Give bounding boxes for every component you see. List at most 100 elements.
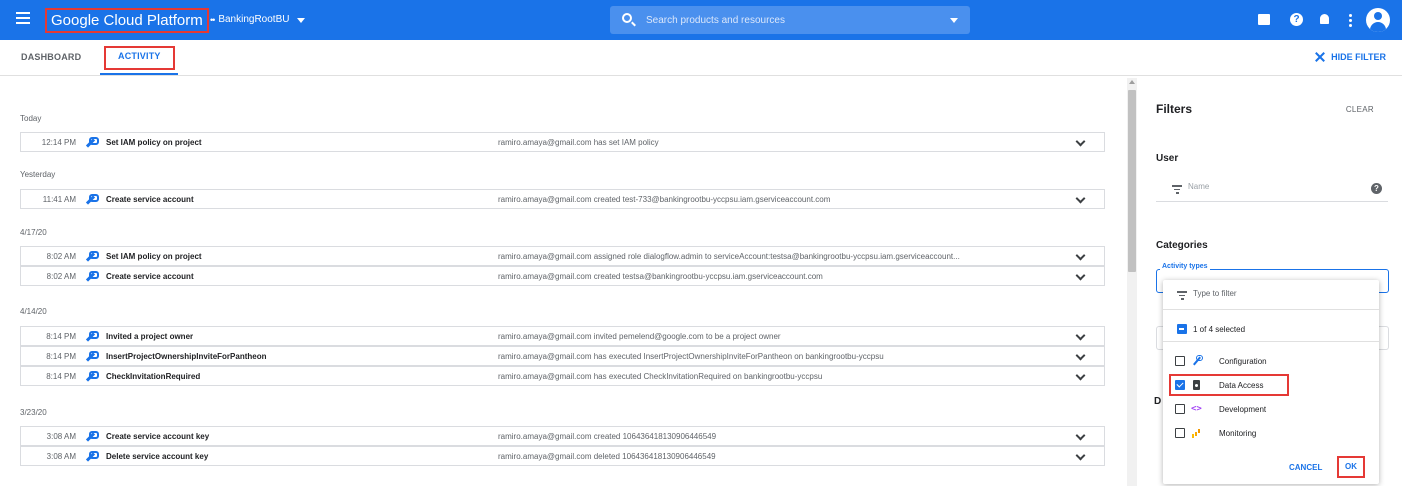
categories-section-label: Categories (1156, 240, 1208, 251)
activity-description: ramiro.amaya@gmail.com has executed Chec… (498, 372, 823, 381)
activity-description: ramiro.amaya@gmail.com created testsa@ba… (498, 272, 823, 281)
activity-row[interactable]: 3:08 AM Create service account key ramir… (20, 426, 1105, 446)
checkbox[interactable] (1175, 356, 1185, 366)
checkbox[interactable] (1175, 428, 1185, 438)
tab-dashboard[interactable]: DASHBOARD (21, 52, 81, 62)
option-development[interactable]: <> Development (1163, 398, 1379, 420)
checkbox[interactable] (1175, 404, 1185, 414)
search-input[interactable] (646, 11, 936, 29)
help-icon[interactable] (1288, 11, 1306, 29)
activity-description: ramiro.amaya@gmail.com created test-733@… (498, 195, 831, 204)
cloud-shell-icon[interactable] (1256, 11, 1274, 29)
activity-time: 12:14 PM (41, 138, 76, 147)
activity-row[interactable]: 8:14 PM InsertProjectOwnershipInviteForP… (20, 346, 1105, 366)
close-icon (1315, 52, 1325, 62)
activity-description: ramiro.amaya@gmail.com assigned role dia… (498, 252, 960, 261)
activity-row[interactable]: 12:14 PM Set IAM policy on project ramir… (20, 132, 1105, 152)
cancel-button[interactable]: CANCEL (1289, 463, 1322, 472)
select-all-row[interactable]: 1 of 4 selected (1163, 318, 1379, 342)
product-name[interactable]: Google Cloud Platform (45, 8, 209, 33)
expand-chevron-icon[interactable] (1075, 270, 1086, 281)
activity-title: Delete service account key (106, 452, 209, 461)
ok-button[interactable]: OK (1337, 456, 1365, 478)
obscured-section-label: D (1154, 396, 1162, 407)
expand-chevron-icon[interactable] (1075, 330, 1086, 341)
wrench-icon (85, 271, 99, 281)
top-bar: Google Cloud Platform •• BankingRootBU (0, 0, 1402, 40)
activity-row[interactable]: 8:14 PM Invited a project owner ramiro.a… (20, 326, 1105, 346)
activity-title: Create service account key (106, 432, 210, 441)
option-label: Configuration (1219, 357, 1267, 366)
date-group-label: 4/17/20 (20, 228, 47, 237)
activity-types-dropdown: 1 of 4 selected Configuration Data Acces… (1163, 280, 1379, 484)
expand-chevron-icon[interactable] (1075, 193, 1086, 204)
activity-description: ramiro.amaya@gmail.com created 106436418… (498, 432, 717, 441)
activity-time: 8:02 AM (46, 272, 76, 281)
expand-chevron-icon[interactable] (1075, 370, 1086, 381)
date-group-label: Today (20, 114, 42, 123)
bar-chart-icon (1191, 427, 1203, 439)
project-icon: •• (210, 15, 215, 25)
filters-title: Filters (1156, 102, 1193, 116)
activity-row[interactable]: 11:41 AM Create service account ramiro.a… (20, 189, 1105, 209)
wrench-icon (85, 451, 99, 461)
expand-chevron-icon[interactable] (1075, 350, 1086, 361)
activity-time: 8:14 PM (46, 332, 76, 341)
project-picker[interactable]: •• BankingRootBU (210, 11, 306, 29)
activity-description: ramiro.amaya@gmail.com has executed Inse… (498, 352, 884, 361)
activity-description: ramiro.amaya@gmail.com has set IAM polic… (498, 138, 659, 147)
activity-types-label: Activity types (1160, 263, 1210, 270)
project-name: BankingRootBU (218, 14, 290, 25)
expand-chevron-icon[interactable] (1075, 450, 1086, 461)
search-expand-icon[interactable] (950, 18, 958, 23)
activity-time: 8:14 PM (46, 352, 76, 361)
search-icon (622, 13, 632, 23)
option-monitoring[interactable]: Monitoring (1163, 422, 1379, 444)
user-filter-field[interactable]: ? (1156, 178, 1388, 202)
option-data-access[interactable]: Data Access (1163, 374, 1379, 396)
date-group-label: 4/14/20 (20, 307, 47, 316)
filter-icon (1177, 291, 1187, 300)
activity-row[interactable]: 8:14 PM CheckInvitationRequired ramiro.a… (20, 366, 1105, 386)
help-icon[interactable]: ? (1371, 183, 1382, 194)
expand-chevron-icon[interactable] (1075, 136, 1086, 147)
scroll-up-icon[interactable] (1129, 80, 1135, 84)
date-group-label: Yesterday (20, 170, 56, 179)
activity-title: InsertProjectOwnershipInviteForPantheon (106, 352, 267, 361)
activity-scrollbar[interactable] (1127, 78, 1137, 486)
hide-filter-button[interactable]: HIDE FILTER (1315, 52, 1386, 62)
menu-icon[interactable] (16, 12, 30, 24)
type-filter-input[interactable] (1193, 289, 1343, 298)
activity-title: Set IAM policy on project (106, 138, 202, 147)
active-tab-indicator (100, 73, 178, 75)
date-group-label: 3/23/20 (20, 408, 47, 417)
activity-time: 8:02 AM (46, 252, 76, 261)
account-avatar[interactable] (1366, 8, 1390, 32)
expand-chevron-icon[interactable] (1075, 430, 1086, 441)
activity-row[interactable]: 8:02 AM Create service account ramiro.am… (20, 266, 1105, 286)
activity-description: ramiro.amaya@gmail.com invited pemelend@… (498, 332, 781, 341)
option-configuration[interactable]: Configuration (1163, 350, 1379, 372)
scroll-thumb[interactable] (1128, 90, 1136, 272)
highlight-box (1169, 374, 1289, 396)
wrench-icon (85, 431, 99, 441)
notifications-icon[interactable] (1316, 11, 1334, 29)
user-name-input[interactable] (1188, 182, 1338, 191)
code-icon: <> (1191, 404, 1202, 414)
wrench-icon (85, 251, 99, 261)
tab-bar: DASHBOARD ACTIVITY HIDE FILTER (0, 40, 1402, 76)
activity-row[interactable]: 3:08 AM Delete service account key ramir… (20, 446, 1105, 466)
expand-chevron-icon[interactable] (1075, 250, 1086, 261)
activity-row[interactable]: 8:02 AM Set IAM policy on project ramiro… (20, 246, 1105, 266)
activity-title: Invited a project owner (106, 332, 194, 341)
wrench-icon (85, 371, 99, 381)
wrench-icon (85, 351, 99, 361)
dropdown-filter-field[interactable] (1163, 280, 1379, 310)
activity-time: 3:08 AM (46, 452, 76, 461)
select-all-checkbox[interactable] (1177, 324, 1187, 334)
more-options-icon[interactable] (1342, 11, 1360, 29)
clear-filters-button[interactable]: CLEAR (1346, 105, 1374, 114)
hide-filter-label: HIDE FILTER (1331, 52, 1386, 62)
tab-activity[interactable]: ACTIVITY (104, 46, 175, 70)
search-bar[interactable] (610, 6, 970, 34)
